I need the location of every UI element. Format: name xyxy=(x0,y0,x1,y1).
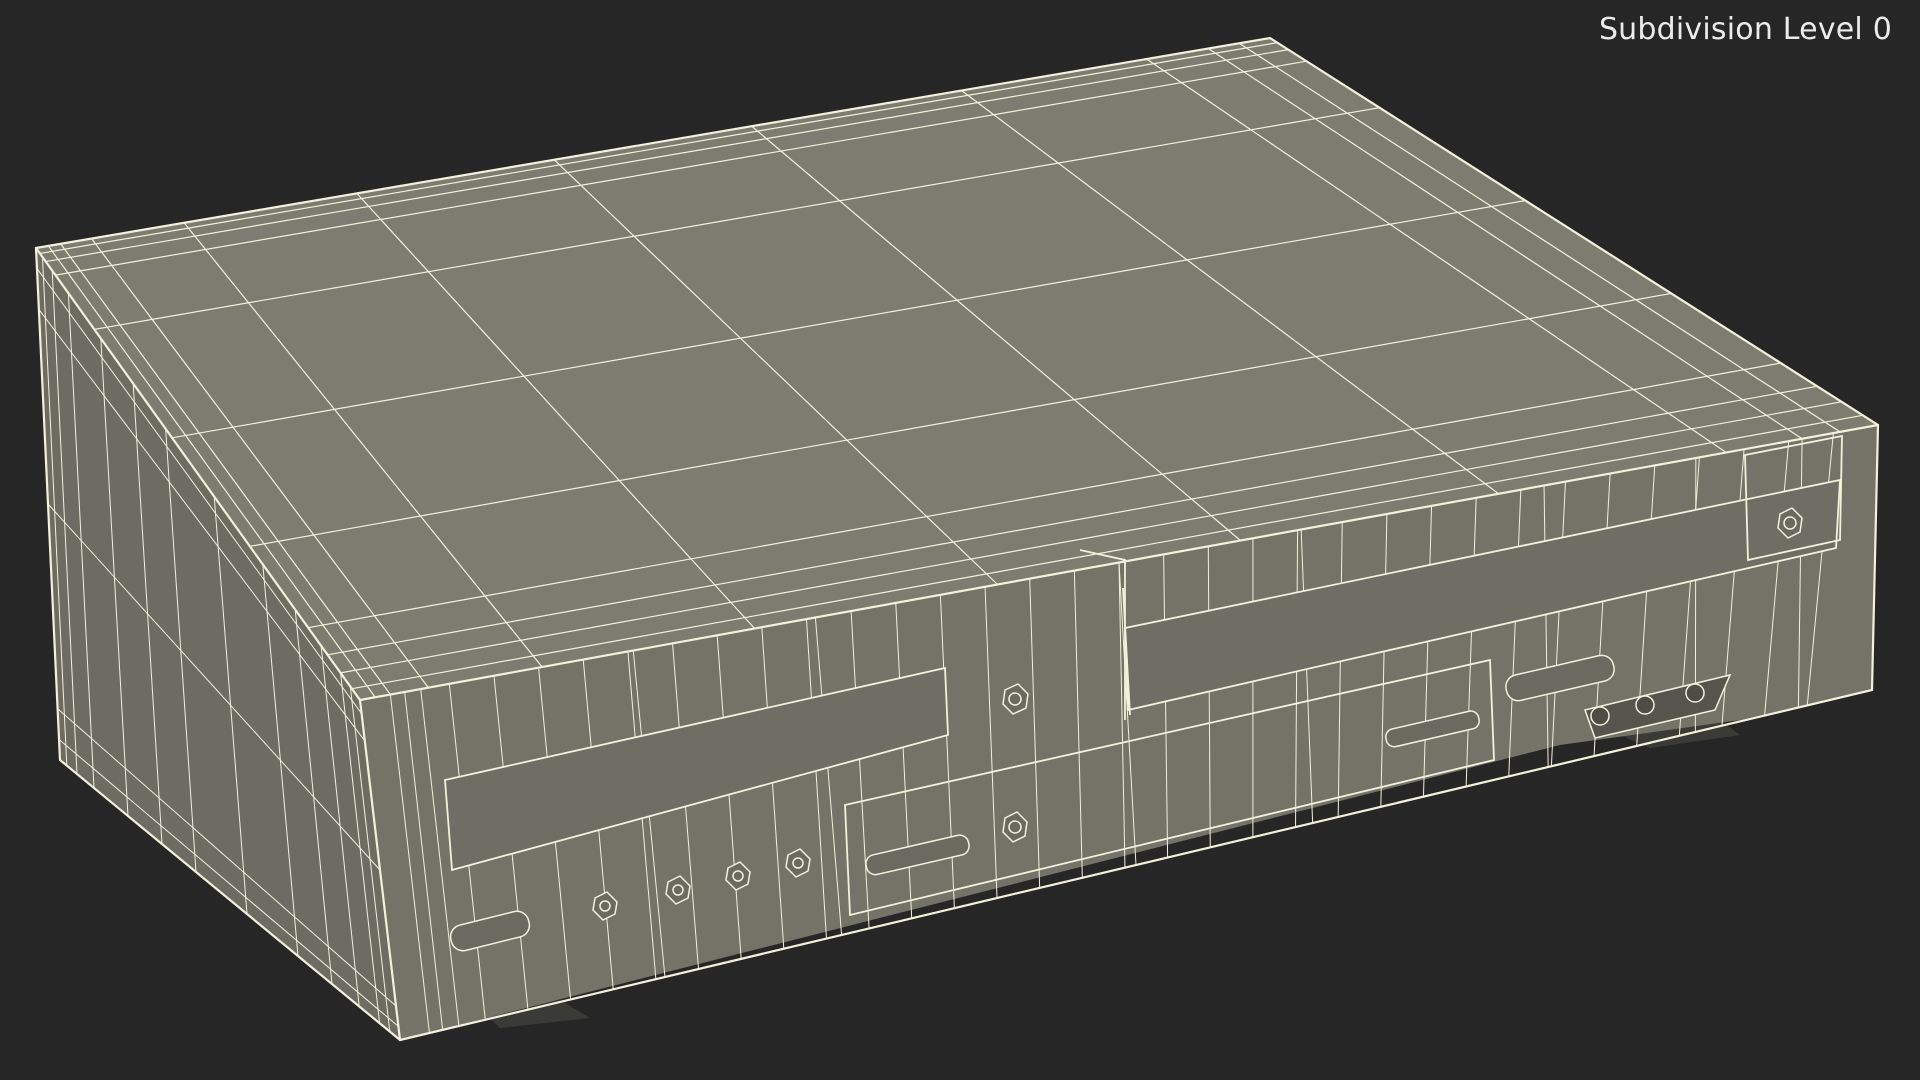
jack-3 xyxy=(1685,683,1705,703)
subdivision-level-label: Subdivision Level 0 xyxy=(1598,12,1892,47)
jack-2 xyxy=(1635,695,1655,715)
3d-viewport[interactable]: Subdivision Level 0 xyxy=(0,0,1920,1080)
vcr-dvd-wireframe-model xyxy=(34,36,1880,1042)
jack-1 xyxy=(1590,706,1610,726)
